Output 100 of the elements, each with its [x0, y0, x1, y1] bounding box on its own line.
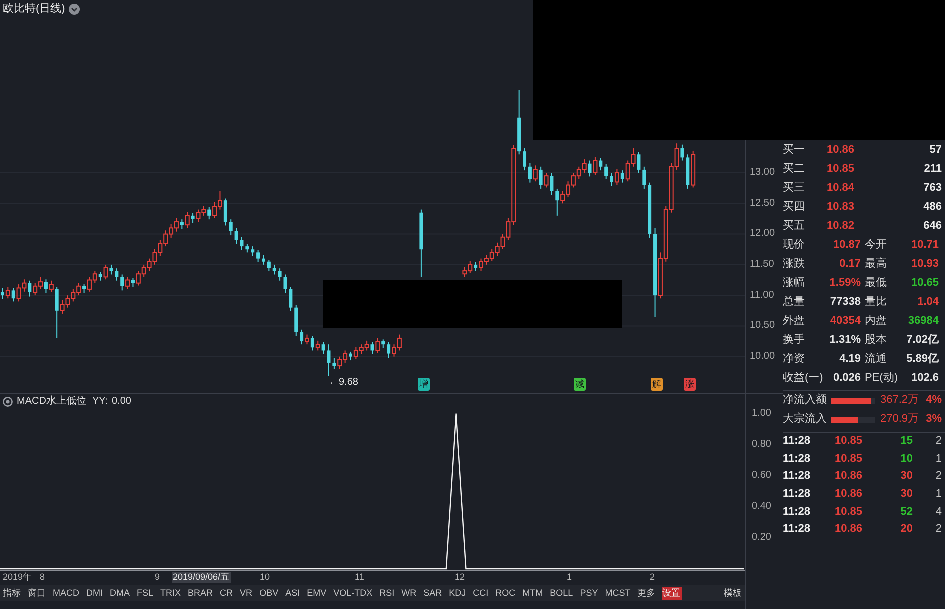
rising-candle — [316, 340, 320, 352]
indicator-tab[interactable]: BOLL — [549, 586, 574, 600]
quote-value: 10.93 — [910, 259, 939, 270]
quote-label: 流通 — [865, 354, 888, 365]
quote-value: 1.31% — [828, 335, 861, 346]
falling-candle — [686, 154, 690, 190]
quote-value: 10.65 — [910, 278, 939, 289]
trade-volume: 15 — [900, 436, 913, 448]
indicator-tab[interactable]: CR — [219, 586, 234, 600]
trade-volume: 30 — [900, 489, 913, 500]
bid-volume: 57 — [928, 145, 943, 156]
bid-label: 买二 — [783, 164, 806, 175]
date-axis-label: 12 — [455, 573, 466, 582]
falling-candle — [284, 274, 288, 294]
rising-candle — [104, 264, 108, 280]
trade-volume: 10 — [900, 454, 913, 465]
quote-label: 最高 — [865, 259, 888, 270]
trade-count: 4 — [934, 506, 943, 518]
falling-candle — [610, 172, 614, 187]
trade-count: 1 — [934, 489, 943, 500]
indicator-tab[interactable]: CCI — [472, 586, 490, 600]
falling-candle — [82, 284, 86, 294]
indicator-tab[interactable]: KDJ — [448, 586, 468, 600]
price-axis-label: 10.00 — [750, 352, 776, 362]
falling-candle — [382, 339, 386, 349]
signal-tag: 增 — [418, 378, 430, 391]
low-price-marker: ←9.68 — [328, 378, 358, 388]
price-axis-label: 13.00 — [750, 168, 776, 178]
falling-candle — [604, 164, 608, 180]
indicator-tab[interactable]: SAR — [422, 586, 444, 600]
indicator-tab[interactable]: BRAR — [187, 586, 214, 600]
trade-count: 2 — [934, 471, 943, 482]
trade-count: 2 — [934, 524, 943, 536]
falling-candle — [322, 342, 326, 355]
rising-candle — [376, 338, 380, 354]
indicator-tab[interactable]: MCST — [604, 586, 632, 600]
trade-price: 10.86 — [834, 489, 864, 500]
quote-value: 36984 — [907, 316, 939, 327]
indicator-tab[interactable]: WR — [400, 586, 418, 600]
fund-flow-label: 大宗流入 — [783, 414, 828, 425]
quote-label: 收益(一) — [783, 373, 824, 384]
price-axis-label: 11.50 — [750, 260, 774, 270]
trade-price: 10.85 — [834, 506, 864, 518]
rising-candle — [544, 172, 549, 188]
fund-flow-amount: 270.9万 — [879, 414, 919, 425]
indicator-tab[interactable]: OBV — [258, 586, 280, 600]
fund-flow-amount: 367.2万 — [879, 395, 919, 406]
indicator-tab[interactable]: EMV — [306, 586, 328, 600]
falling-candle — [55, 286, 59, 339]
template-button[interactable]: 模板 — [723, 586, 743, 600]
falling-candle — [28, 280, 32, 298]
indicator-tab[interactable]: PSY — [579, 586, 600, 600]
indicator-tab[interactable]: FSL — [136, 586, 155, 600]
falling-candle — [262, 254, 266, 266]
falling-candle — [251, 246, 255, 257]
indicator-tab[interactable]: ASI — [284, 586, 302, 600]
indicator-tab[interactable]: VR — [239, 586, 254, 600]
indicator-tab[interactable]: MTM — [522, 586, 544, 600]
indicator-tab[interactable]: DMA — [109, 586, 131, 600]
indicator-tab[interactable]: TRIX — [160, 586, 182, 600]
indicator-tab[interactable]: DMI — [86, 586, 104, 600]
indicator-tab[interactable]: MACD — [52, 586, 80, 600]
quote-value: 5.89亿 — [906, 354, 939, 365]
date-axis-label: 1 — [567, 573, 572, 582]
falling-candle — [642, 166, 646, 190]
bid-volume: 646 — [922, 221, 943, 232]
falling-candle — [349, 351, 352, 362]
bid-price: 10.85 — [827, 164, 856, 175]
quote-value: 7.02亿 — [906, 335, 939, 346]
indicator-tab[interactable]: 指标 — [2, 586, 22, 600]
falling-candle — [267, 260, 271, 272]
quote-label: PE(动) — [865, 373, 899, 384]
quote-label: 最低 — [865, 278, 888, 289]
indicator-tab[interactable]: VOL-TDX — [332, 586, 374, 600]
trade-volume: 52 — [900, 506, 913, 518]
indicator-tab[interactable]: 窗口 — [27, 586, 47, 600]
quote-label: 换手 — [783, 335, 806, 346]
falling-candle — [120, 274, 124, 292]
signal-tag: 减 — [574, 378, 586, 391]
quote-label: 净资 — [783, 354, 806, 365]
indicator-axis-label: 1.00 — [752, 408, 772, 419]
falling-candle — [208, 206, 212, 220]
indicator-tab[interactable]: 更多 — [636, 586, 657, 600]
indicator-tab[interactable]: 设置 — [662, 586, 682, 600]
indicator-tab[interactable]: RSI — [378, 586, 396, 600]
trade-price: 10.85 — [834, 436, 864, 448]
dropdown-icon[interactable] — [69, 4, 80, 14]
falling-candle — [246, 244, 250, 254]
indicator-tab[interactable]: ROC — [494, 586, 517, 600]
quote-value: 40354 — [829, 316, 861, 327]
circle-icon[interactable] — [3, 397, 13, 407]
falling-candle — [539, 166, 543, 190]
quote-label: 股本 — [865, 335, 888, 346]
falling-candle — [234, 228, 238, 245]
indicator-axis-label: 0.60 — [752, 470, 772, 481]
quote-label: 总量 — [783, 297, 806, 308]
bid-label: 买四 — [783, 202, 806, 213]
rising-candle — [6, 286, 10, 300]
trade-time: 11:28 — [783, 489, 812, 500]
price-axis-label: 11.00 — [750, 290, 774, 301]
